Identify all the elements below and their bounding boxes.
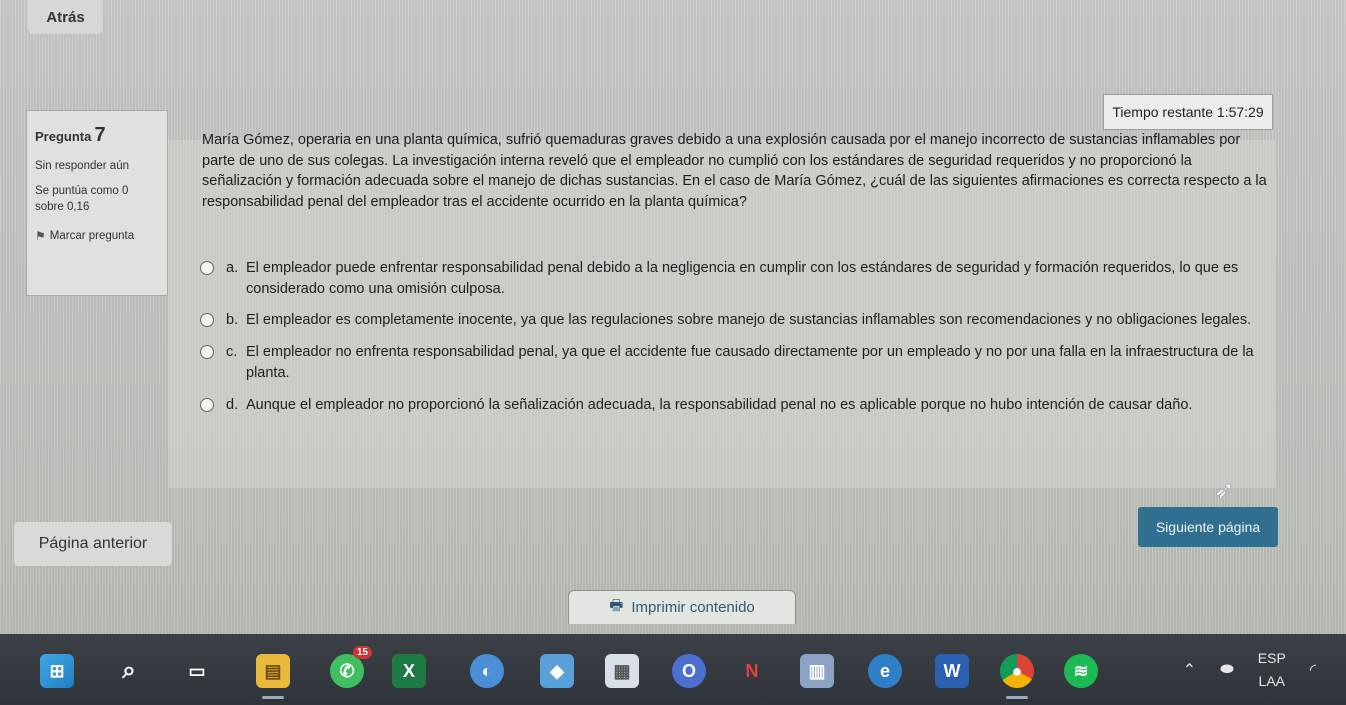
toggle-icon[interactable]: ⬬	[1220, 661, 1234, 679]
option-text: El empleador puede enfrentar responsabil…	[246, 260, 1239, 297]
question-status: Sin responder aún	[35, 160, 129, 172]
task-view-icon[interactable]: ▭	[180, 654, 214, 688]
answer-option-c[interactable]: c. El empleador no enfrenta responsabili…	[200, 342, 1270, 383]
radio-a[interactable]	[200, 261, 214, 275]
option-letter: d.	[226, 396, 239, 413]
edge-icon[interactable]: e	[868, 654, 902, 688]
question-score: Se puntúa como 0 sobre 0,16	[35, 184, 129, 214]
option-letter: c.	[226, 344, 238, 361]
windows-start-icon[interactable]: ⊞	[40, 654, 74, 688]
option-letter: a.	[226, 260, 239, 276]
answer-option-a[interactable]: a. El empleador puede enfrentar responsa…	[200, 258, 1270, 299]
back-button[interactable]: Atrás	[28, 0, 103, 34]
excel-icon[interactable]: X	[392, 654, 426, 688]
previous-page-button[interactable]: Página anterior	[14, 522, 172, 566]
chevron-up-icon[interactable]: ⌃	[1183, 660, 1196, 680]
option-letter: b.	[226, 312, 239, 329]
browser-icon[interactable]: ◐	[470, 654, 504, 688]
question-text: María Gómez, operaria en una planta quím…	[202, 132, 1267, 210]
option-text: Aunque el empleador no proporcionó la se…	[246, 396, 1193, 413]
option-text: El empleador es completamente inocente, …	[246, 312, 1252, 329]
notification-badge: 15	[352, 646, 372, 659]
keyboard-layout: LAA	[1258, 672, 1286, 689]
photos-icon[interactable]: ▦	[605, 654, 639, 688]
question-info-panel: Pregunta 7 Sin responder aún Se puntúa c…	[26, 110, 168, 296]
language-code: ESP	[1257, 650, 1286, 667]
opera-icon[interactable]: O	[672, 654, 706, 688]
question-number: 7	[94, 124, 106, 146]
radio-c[interactable]	[200, 345, 214, 360]
language-indicator[interactable]: ESP LAA	[1258, 647, 1286, 692]
print-content-button[interactable]: 🖶 Imprimir contenido	[568, 590, 796, 624]
flag-question-link[interactable]: ⚑ Marcar pregunta	[35, 228, 159, 245]
print-label: Imprimir contenido	[631, 599, 755, 616]
question-title: Pregunta	[35, 129, 92, 144]
answer-option-b[interactable]: b. El empleador es completamente inocent…	[200, 310, 1270, 331]
spotify-icon[interactable]: ≋	[1064, 654, 1098, 688]
wifi-icon[interactable]: ◜	[1310, 660, 1316, 680]
app-icon[interactable]: ◆	[540, 654, 574, 688]
time-remaining: Tiempo restante 1:57:29	[1103, 94, 1273, 130]
active-app-indicator	[1006, 696, 1028, 699]
search-icon[interactable]: ⌕	[112, 654, 146, 688]
taskbar: ⊞ ⌕ ▭ ▤ ✆ 15 X ◐ ◆ ▦ O N ▥ e W ● ≋ ⌃ ⬬ ES…	[0, 634, 1346, 705]
active-app-indicator	[262, 696, 284, 699]
grid-app-icon[interactable]: ▥	[800, 654, 834, 688]
system-tray: ⌃ ⬬ ESP LAA ◜	[1183, 634, 1316, 705]
printer-icon: 🖶	[609, 597, 624, 614]
word-icon[interactable]: W	[935, 654, 969, 688]
whatsapp-icon[interactable]: ✆ 15	[330, 646, 372, 688]
file-explorer-icon[interactable]: ▤	[256, 654, 290, 688]
radio-b[interactable]	[200, 313, 214, 328]
question-header: Pregunta 7	[35, 121, 159, 150]
radio-d[interactable]	[200, 397, 214, 412]
flag-label: Marcar pregunta	[49, 230, 135, 243]
answer-option-d[interactable]: d. Aunque el empleador no proporcionó la…	[200, 395, 1270, 416]
mouse-pointer-icon: ➶	[1214, 477, 1235, 504]
option-text: El empleador no enfrenta responsabilidad…	[246, 344, 1254, 381]
netflix-icon[interactable]: N	[735, 654, 769, 688]
flag-icon: ⚑	[35, 229, 46, 244]
chrome-icon[interactable]: ●	[1000, 654, 1034, 688]
answer-options: a. El empleador puede enfrentar responsa…	[200, 258, 1270, 426]
next-page-button[interactable]: Siguiente página	[1138, 507, 1278, 547]
